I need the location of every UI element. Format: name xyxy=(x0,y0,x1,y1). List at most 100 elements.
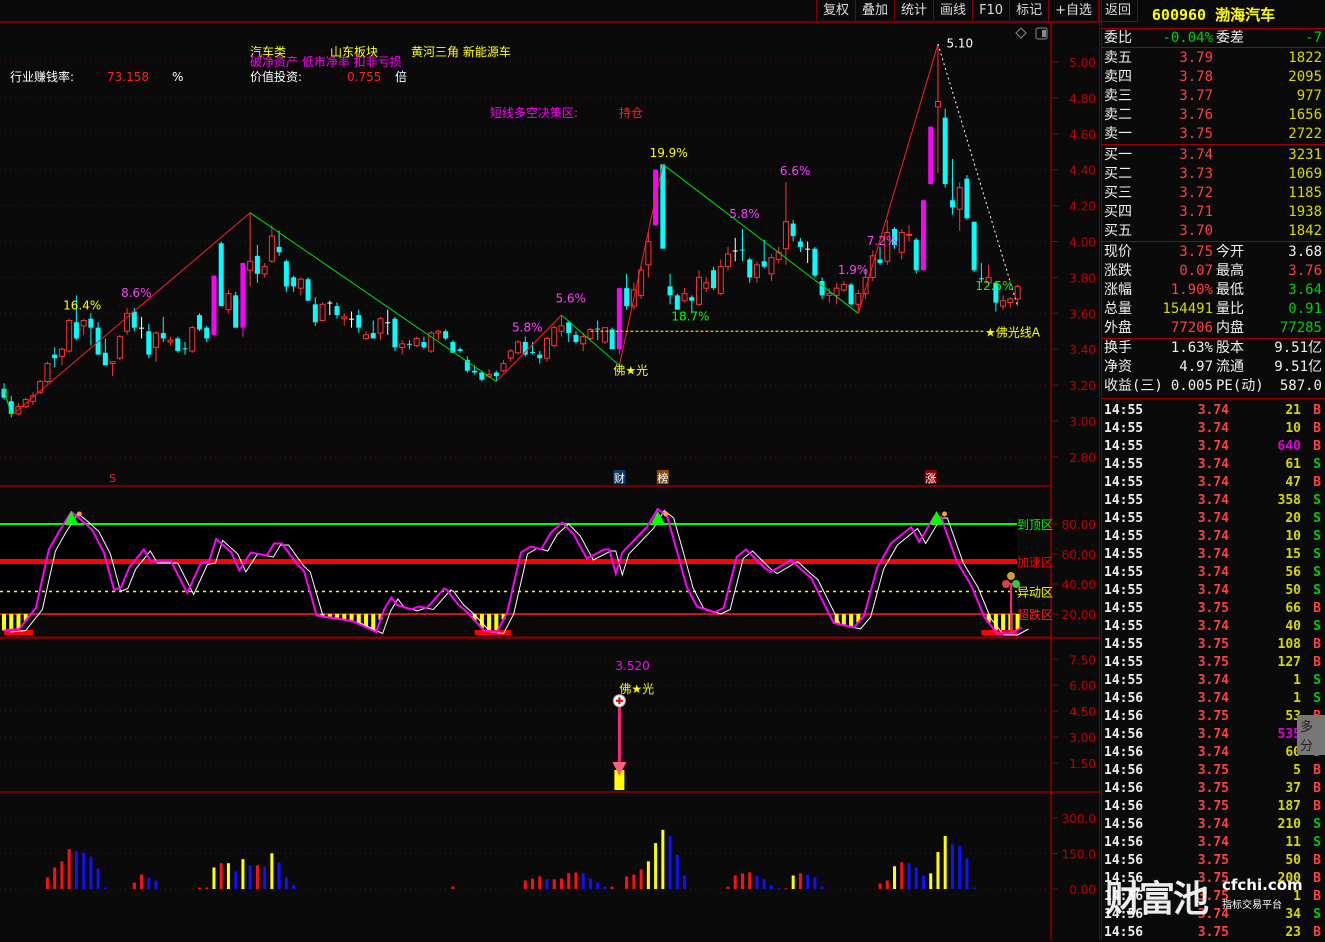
flow-bar xyxy=(958,846,961,889)
tick-row: 14:563.7537B xyxy=(1102,780,1325,798)
candle xyxy=(791,220,796,242)
tick-price: 3.75 xyxy=(1198,762,1229,780)
candle-body xyxy=(161,333,166,338)
tick-volume: 23 xyxy=(1285,924,1301,942)
tick-price: 3.74 xyxy=(1198,816,1229,834)
candle-body xyxy=(96,328,101,355)
stat-label: 收益(三) xyxy=(1104,377,1163,396)
candle xyxy=(907,225,912,241)
stat-label: PE(动) xyxy=(1216,377,1264,396)
toolbar-button-6[interactable]: +自选 xyxy=(1048,0,1098,22)
candle-body xyxy=(798,242,803,247)
candle-body xyxy=(52,355,57,359)
event-marker[interactable]: S xyxy=(107,470,119,485)
candle xyxy=(154,331,159,362)
flow-bar xyxy=(249,865,252,889)
candle-body xyxy=(559,326,564,331)
flow-bar xyxy=(813,877,816,889)
tick-price: 3.74 xyxy=(1198,690,1229,708)
candle-body xyxy=(820,281,825,295)
tick-volume: 61 xyxy=(1285,456,1301,474)
toolbar-button-3[interactable]: 画线 xyxy=(933,0,972,22)
candle xyxy=(248,213,253,287)
candle-body xyxy=(827,294,832,296)
flow-bar xyxy=(806,875,809,889)
tick-side: S xyxy=(1313,618,1321,636)
toolbar-button-1[interactable]: 叠加 xyxy=(855,0,894,22)
candle-body xyxy=(754,265,759,278)
candle xyxy=(660,164,665,248)
y-tick-label: 4.20 xyxy=(1069,200,1096,214)
tick-time: 14:56 xyxy=(1104,888,1143,906)
candle xyxy=(762,240,767,269)
toolbar-button-2[interactable]: 统计 xyxy=(894,0,933,22)
event-marker-label: S xyxy=(109,472,116,485)
tick-row: 14:553.7420S xyxy=(1102,510,1325,528)
kline-chart-area[interactable]: ★佛光线A16.4%8.6%5.8%5.6%19.9%18.7%5.8%6.6%… xyxy=(0,0,1100,940)
tick-volume: 15 xyxy=(1285,546,1301,564)
diamond-icon[interactable] xyxy=(1016,28,1026,38)
flow-bar xyxy=(524,880,527,889)
tick-time: 14:56 xyxy=(1104,852,1143,870)
flow-bar xyxy=(908,863,911,889)
candle-body xyxy=(617,288,622,349)
stat-row: 现价3.75今开3.68 xyxy=(1102,243,1325,262)
candle-body xyxy=(791,224,796,237)
candle-body xyxy=(248,261,253,270)
candle xyxy=(769,254,774,281)
candle xyxy=(754,261,759,283)
toolbar-button-4[interactable]: F10 xyxy=(972,0,1009,22)
event-marker[interactable]: 榜 xyxy=(657,470,669,485)
tick-row: 14:553.7447B xyxy=(1102,474,1325,492)
tick-time: 14:55 xyxy=(1104,456,1143,474)
flow-bar xyxy=(451,887,454,889)
stat-label: 流通 xyxy=(1216,358,1244,377)
panel-toggle-icon[interactable] xyxy=(1036,28,1047,39)
flow-bar xyxy=(147,878,150,889)
level-volume: 1069 xyxy=(1288,165,1322,184)
candle-body xyxy=(841,285,846,290)
flow-bar xyxy=(220,863,223,889)
candle xyxy=(96,322,101,354)
level-volume: 977 xyxy=(1297,87,1322,106)
tick-row: 14:553.75127B xyxy=(1102,654,1325,672)
candle xyxy=(269,225,274,263)
toolbar-button-0[interactable]: 复权 xyxy=(816,0,855,22)
candle xyxy=(545,337,550,362)
candle xyxy=(704,277,709,291)
candle xyxy=(914,238,919,274)
stat-value: 0.07 xyxy=(1179,262,1213,281)
candle-body xyxy=(733,250,738,251)
candle xyxy=(841,281,846,292)
signal-value-label: 3.520 xyxy=(615,659,649,673)
flow-bar xyxy=(879,884,882,889)
y-tick-label: 4.00 xyxy=(1069,236,1096,250)
tick-side: B xyxy=(1313,924,1321,942)
tick-time: 14:55 xyxy=(1104,474,1143,492)
tick-side: S xyxy=(1313,510,1321,528)
tick-volume: 1 xyxy=(1293,888,1301,906)
candle xyxy=(313,297,318,326)
candle xyxy=(697,270,702,306)
tick-side: S xyxy=(1313,906,1321,924)
level-price: 3.73 xyxy=(1179,165,1213,184)
stat-value: 154491 xyxy=(1162,300,1213,319)
candle-body xyxy=(190,328,195,351)
candle-body xyxy=(646,242,651,265)
y-tick-label: 1.50 xyxy=(1069,757,1096,771)
quote-row: 买一3.743231 xyxy=(1102,146,1325,165)
candle-body xyxy=(610,329,615,349)
pivot-label: 1.9% xyxy=(838,263,869,277)
zigzag-down-line xyxy=(663,164,858,313)
tick-time: 14:56 xyxy=(1104,798,1143,816)
level-label: 卖五 xyxy=(1104,49,1132,68)
candle xyxy=(298,277,303,295)
flow-bar xyxy=(582,873,585,889)
toolbar-button-5[interactable]: 标记 xyxy=(1009,0,1048,22)
event-marker[interactable]: 财 xyxy=(613,470,625,485)
candle xyxy=(284,259,289,291)
level-label: 卖二 xyxy=(1104,106,1132,125)
stat-row: 收益(三)0.005PE(动)587.0 xyxy=(1102,377,1325,396)
tick-side: S xyxy=(1313,672,1321,690)
event-marker[interactable]: 涨 xyxy=(925,470,937,485)
